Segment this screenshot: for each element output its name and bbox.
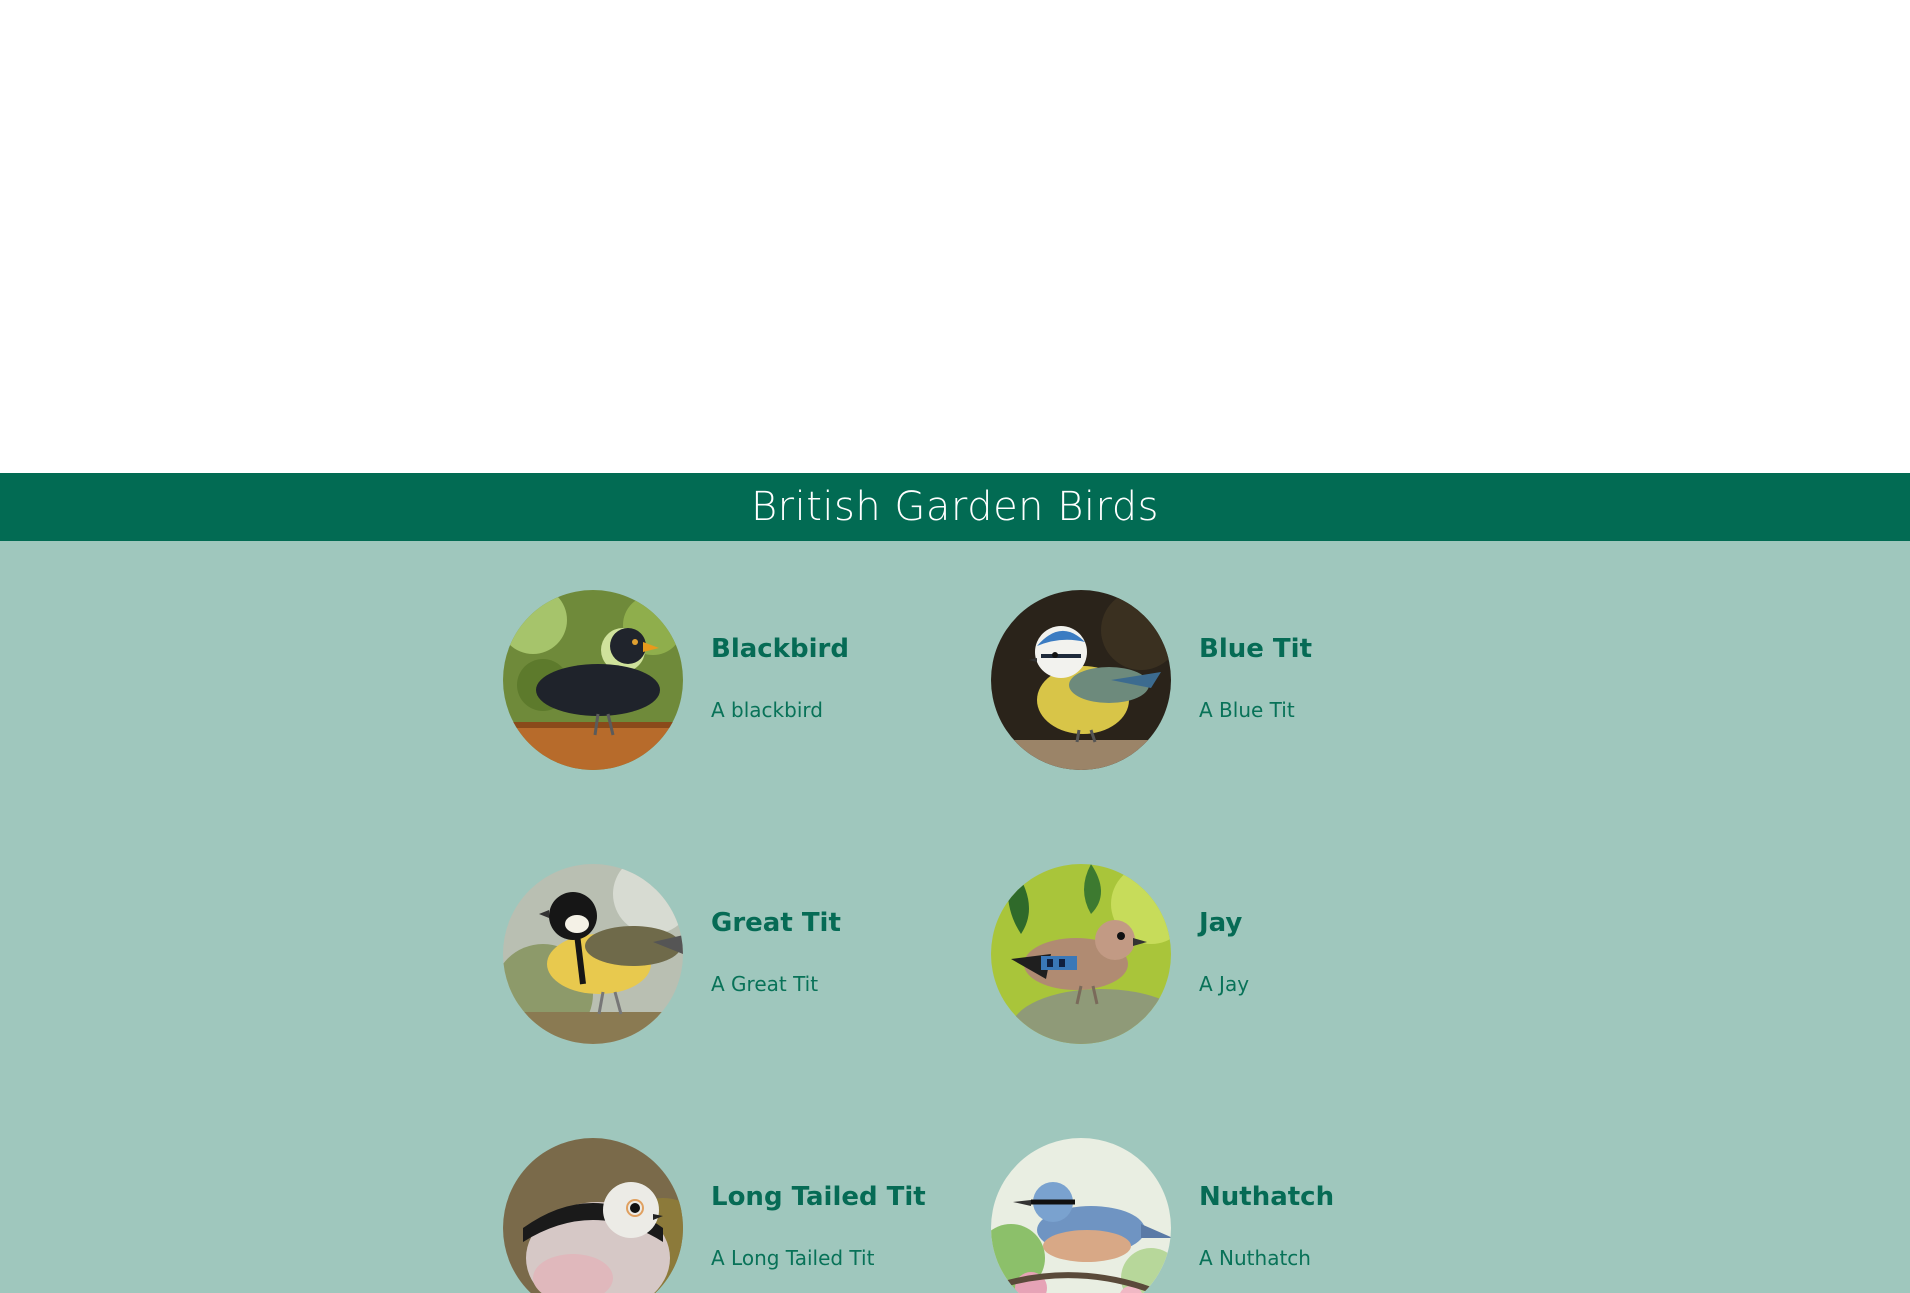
bird-description: A Jay bbox=[1199, 972, 1250, 996]
bird-description: A Nuthatch bbox=[1199, 1246, 1311, 1270]
bird-name[interactable]: Long Tailed Tit bbox=[711, 1182, 926, 1212]
bird-description: A Blue Tit bbox=[1199, 698, 1295, 722]
nuthatch-photo[interactable] bbox=[991, 1138, 1171, 1293]
blackbird-photo[interactable] bbox=[503, 590, 683, 770]
bird-name[interactable]: Blackbird bbox=[711, 634, 849, 664]
blue-tit-photo[interactable] bbox=[991, 590, 1171, 770]
bird-description: A Great Tit bbox=[711, 972, 819, 996]
bird-name[interactable]: Blue Tit bbox=[1199, 634, 1312, 664]
bird-description: A Long Tailed Tit bbox=[711, 1246, 875, 1270]
bird-card-blackbird[interactable]: Blackbird A blackbird bbox=[503, 590, 963, 770]
bird-description: A blackbird bbox=[711, 698, 823, 722]
bird-list: Blackbird A blackbird Blue Tit A Blue Ti… bbox=[0, 541, 1910, 1293]
great-tit-photo[interactable] bbox=[503, 864, 683, 1044]
blank-top-area bbox=[0, 0, 1910, 473]
long-tailed-tit-photo[interactable] bbox=[503, 1138, 683, 1293]
jay-photo[interactable] bbox=[991, 864, 1171, 1044]
bird-card-great-tit[interactable]: Great Tit A Great Tit bbox=[503, 864, 963, 1044]
bird-name[interactable]: Nuthatch bbox=[1199, 1182, 1334, 1212]
bird-name[interactable]: Jay bbox=[1199, 908, 1242, 938]
page-title: British Garden Birds bbox=[750, 484, 1160, 530]
bird-card-jay[interactable]: Jay A Jay bbox=[991, 864, 1451, 1044]
bird-card-blue-tit[interactable]: Blue Tit A Blue Tit bbox=[991, 590, 1451, 770]
bird-card-long-tailed-tit[interactable]: Long Tailed Tit A Long Tailed Tit bbox=[503, 1138, 963, 1293]
page-header: British Garden Birds bbox=[0, 473, 1910, 541]
bird-card-nuthatch[interactable]: Nuthatch A Nuthatch bbox=[991, 1138, 1451, 1293]
bird-name[interactable]: Great Tit bbox=[711, 908, 841, 938]
